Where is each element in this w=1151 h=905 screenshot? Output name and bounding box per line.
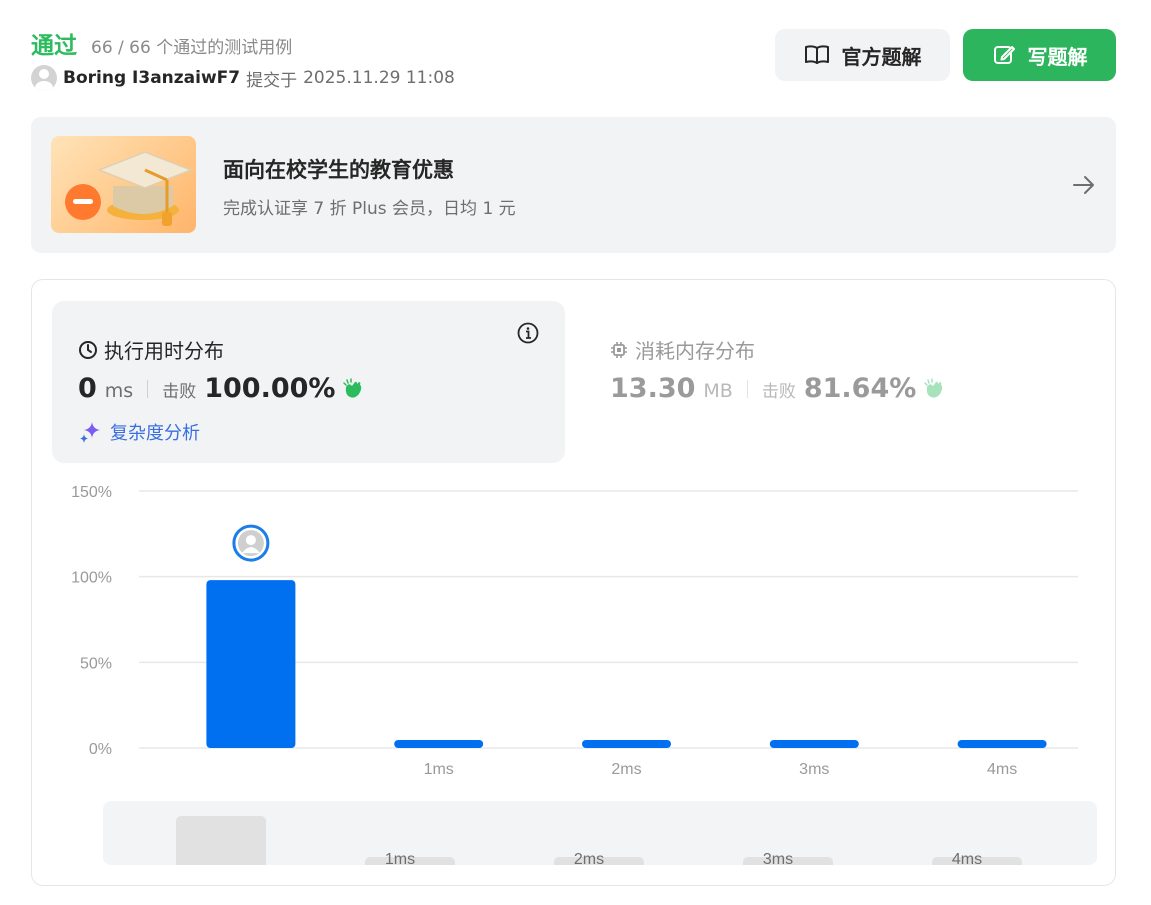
- chart-bar: [206, 580, 296, 748]
- minimap-chart[interactable]: 1ms 2ms 3ms 4ms: [103, 801, 1097, 865]
- status-text: 通过: [31, 33, 77, 59]
- runtime-distribution-chart: 0% 50% 100% 150% 1ms 2ms 3ms 4ms: [71, 484, 1078, 778]
- y-tick-label: 0%: [89, 741, 112, 758]
- write-solution-button[interactable]: 写题解: [963, 29, 1116, 81]
- avatar-head: [245, 535, 256, 546]
- x-tick-label: 3ms: [799, 761, 829, 778]
- minimap-tick-label: 4ms: [952, 851, 982, 865]
- username[interactable]: Boring I3anzaiwF7: [63, 68, 240, 88]
- minimap-tick-label: 3ms: [763, 851, 793, 865]
- avatar[interactable]: [31, 65, 57, 91]
- performance-card: 执行用时分布 0 ms 击败 100.00% 复杂度分析 消耗内存分布 13.3…: [31, 279, 1116, 886]
- x-tick-label: 1ms: [424, 761, 454, 778]
- submitter-info: Boring I3anzaiwF7 提交于 2025.11.29 11:08: [31, 65, 455, 91]
- graduation-cap-illustration: [51, 136, 196, 233]
- chart-range-minimap[interactable]: 1ms 2ms 3ms 4ms: [103, 801, 1097, 865]
- y-tick-label: 150%: [71, 484, 112, 501]
- x-tick-label: 4ms: [987, 761, 1017, 778]
- arrow-right-icon[interactable]: [1072, 173, 1096, 197]
- testcase-count: 66 / 66 个通过的测试用例: [91, 38, 293, 58]
- promo-subtitle: 完成认证享 7 折 Plus 会员，日均 1 元: [223, 199, 516, 219]
- education-promo-banner[interactable]: 面向在校学生的教育优惠 完成认证享 7 折 Plus 会员，日均 1 元: [31, 117, 1116, 253]
- x-tick-label: 2ms: [611, 761, 641, 778]
- y-tick-label: 100%: [71, 570, 112, 587]
- minimap-bar: [176, 816, 266, 865]
- submission-status: 通过 66 / 66 个通过的测试用例: [31, 26, 292, 60]
- chart-bar: [957, 740, 1047, 748]
- chart-bar: [769, 740, 859, 748]
- promo-title: 面向在校学生的教育优惠: [223, 158, 454, 182]
- y-tick-label: 50%: [80, 655, 112, 672]
- book-icon: [804, 45, 829, 64]
- official-solution-label: 官方题解: [841, 44, 922, 69]
- official-solution-button[interactable]: 官方题解: [775, 29, 950, 81]
- submitted-label: 提交于: [246, 70, 298, 91]
- edit-icon: [993, 46, 1015, 64]
- minimap-tick-label: 2ms: [574, 851, 604, 865]
- submitted-time: 2025.11.29 11:08: [303, 68, 455, 88]
- chart-bar: [394, 740, 484, 748]
- chart-bar: [582, 740, 671, 748]
- write-solution-label: 写题解: [1027, 44, 1088, 69]
- minimap-tick-label: 1ms: [385, 851, 415, 865]
